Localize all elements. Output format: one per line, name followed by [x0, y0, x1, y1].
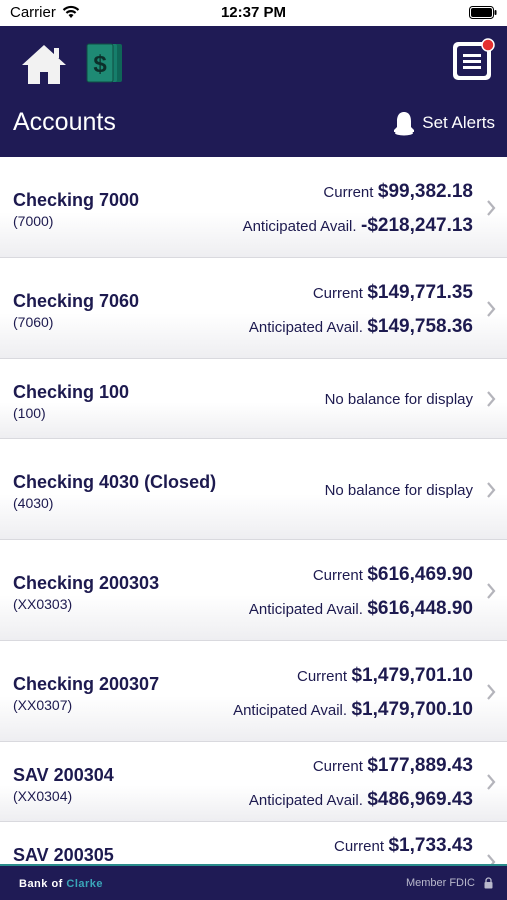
current-value: $1,479,701.10: [351, 665, 473, 686]
account-name: Checking 4030 (Closed): [13, 472, 217, 492]
current-label: Current: [297, 668, 348, 685]
bank-logo-accent-text: Clarke: [66, 878, 104, 890]
account-number: (100): [13, 405, 46, 421]
chevron-right-icon: [487, 482, 496, 498]
chevron-right-icon: [487, 774, 496, 790]
menu-button[interactable]: [451, 38, 495, 82]
account-row[interactable]: SAV 200305 Current $1,733.43: [0, 822, 507, 864]
anticipated-label: Anticipated Avail.: [233, 702, 348, 719]
account-number: (7000): [13, 213, 54, 229]
current-label: Current: [312, 567, 363, 584]
set-alerts-button[interactable]: Set Alerts: [392, 110, 495, 136]
anticipated-label: Anticipated Avail.: [242, 218, 357, 235]
chevron-right-icon: [487, 200, 496, 216]
current-label: Current: [333, 838, 385, 855]
current-value: $616,469.90: [367, 564, 473, 585]
account-name: Checking 200307: [13, 674, 160, 694]
account-name: Checking 7060: [13, 291, 140, 311]
chevron-right-icon: [487, 583, 496, 599]
anticipated-balance: Anticipated Avail. -$218,247.13: [243, 215, 473, 237]
current-balance: Current $1,479,701.10: [297, 665, 473, 687]
chevron-right-icon: [487, 391, 496, 407]
account-number: (XX0304): [13, 788, 73, 804]
current-balance: Current $616,469.90: [313, 564, 473, 586]
account-name: Checking 7000: [13, 190, 140, 210]
chevron-right-icon: [487, 684, 496, 700]
current-balance: Current $1,733.43: [334, 835, 473, 857]
anticipated-label: Anticipated Avail.: [248, 319, 363, 336]
no-balance-text: No balance for display: [324, 391, 473, 408]
account-row[interactable]: Checking 200303 (XX0303) Current $616,46…: [0, 540, 507, 641]
footer: Bank of Clarke Member FDIC: [0, 864, 507, 900]
no-balance-text: No balance for display: [324, 482, 473, 499]
chevron-right-icon: [487, 301, 496, 317]
chevron-right-icon: [487, 854, 496, 864]
current-value: $149,771.35: [367, 282, 473, 303]
anticipated-value: $149,758.36: [367, 316, 473, 337]
account-row[interactable]: SAV 200304 (XX0304) Current $177,889.43 …: [0, 742, 507, 822]
account-row[interactable]: Checking 7000 (7000) Current $99,382.18 …: [0, 157, 507, 258]
anticipated-value: $616,448.90: [367, 598, 473, 619]
current-balance: Current $149,771.35: [313, 282, 473, 304]
anticipated-value: -$218,247.13: [361, 215, 473, 236]
current-label: Current: [312, 285, 363, 302]
anticipated-label: Anticipated Avail.: [248, 792, 363, 809]
account-number: (4030): [13, 495, 54, 511]
account-row[interactable]: Checking 7060 (7060) Current $149,771.35…: [0, 258, 507, 359]
home-icon[interactable]: [20, 42, 68, 86]
account-number: (7060): [13, 314, 54, 330]
current-value: $99,382.18: [377, 181, 473, 202]
app-header: $ Accounts Set Alerts: [0, 26, 507, 157]
anticipated-balance: Anticipated Avail. $1,479,700.10: [233, 699, 473, 721]
account-row[interactable]: Checking 200307 (XX0307) Current $1,479,…: [0, 641, 507, 742]
svg-text:$: $: [93, 51, 107, 78]
current-label: Current: [323, 184, 374, 201]
account-row[interactable]: Checking 100 (100) No balance for displa…: [0, 359, 507, 439]
account-list: Checking 7000 (7000) Current $99,382.18 …: [0, 157, 507, 864]
set-alerts-label: Set Alerts: [422, 113, 495, 132]
status-time: 12:37 PM: [220, 4, 287, 21]
account-name: Checking 100: [13, 382, 130, 402]
current-balance: Current $177,889.43: [313, 755, 473, 777]
bank-logo: Bank of Clarke: [19, 878, 103, 890]
current-value: $1,733.43: [388, 835, 473, 856]
anticipated-balance: Anticipated Avail. $486,969.43: [249, 789, 473, 811]
account-name: SAV 200305: [13, 845, 114, 864]
status-bar: Carrier 12:37 PM: [0, 0, 507, 26]
account-number: (XX0307): [13, 697, 73, 713]
anticipated-balance: Anticipated Avail. $616,448.90: [249, 598, 473, 620]
current-label: Current: [312, 758, 363, 775]
battery-icon: [469, 6, 497, 19]
dollar-icon[interactable]: $: [86, 42, 124, 84]
anticipated-label: Anticipated Avail.: [248, 601, 363, 618]
account-number: (XX0303): [13, 596, 73, 612]
page-title: Accounts: [13, 108, 116, 136]
anticipated-value: $486,969.43: [367, 789, 473, 810]
bank-logo-text: Bank of: [19, 878, 67, 890]
lock-icon: [484, 877, 493, 889]
bell-icon: [394, 112, 415, 136]
anticipated-balance: Anticipated Avail. $149,758.36: [249, 316, 473, 338]
current-balance: Current $99,382.18: [323, 181, 473, 203]
anticipated-value: $1,479,700.10: [351, 699, 473, 720]
current-value: $177,889.43: [367, 755, 473, 776]
account-name: Checking 200303: [13, 573, 160, 593]
fdic-text: Member FDIC: [405, 877, 475, 889]
account-name: SAV 200304: [13, 765, 114, 785]
account-row[interactable]: Checking 4030 (Closed) (4030) No balance…: [0, 439, 507, 540]
